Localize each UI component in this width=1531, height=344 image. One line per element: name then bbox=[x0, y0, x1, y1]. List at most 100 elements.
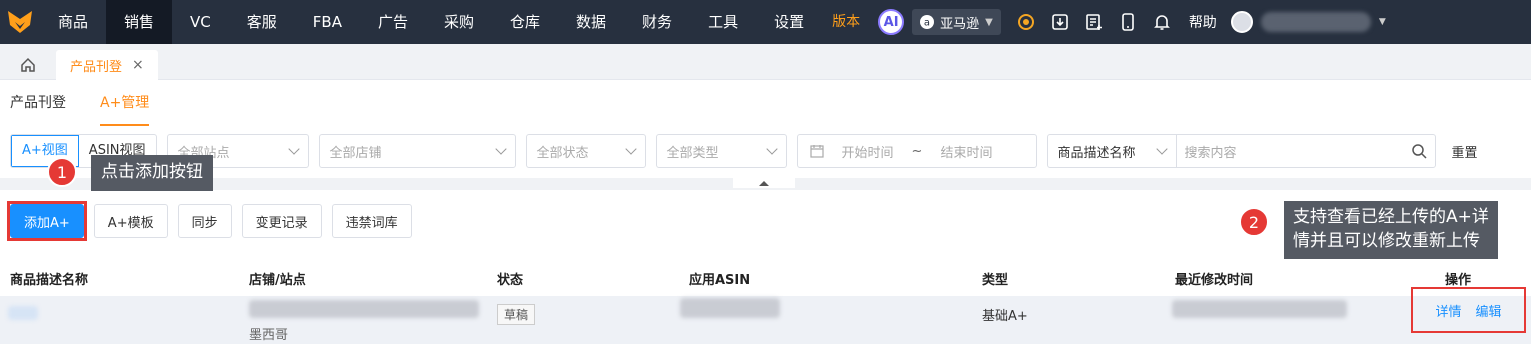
chevron-down-icon bbox=[1155, 143, 1168, 155]
range-separator: ~ bbox=[911, 143, 923, 159]
column-header-asin: 应用ASIN bbox=[689, 273, 751, 288]
subtab-aplus-management[interactable]: A+管理 bbox=[100, 80, 150, 126]
action-toolbar: 添加A+ A+模板 同步 变更记录 违禁词库 bbox=[7, 201, 412, 241]
step-2-tooltip-line-2: 情并且可以修改重新上传 bbox=[1293, 230, 1480, 251]
nav-item-sales[interactable]: 销售 bbox=[106, 0, 173, 44]
table-header: 商品描述名称 店铺/站点 状态 应用ASIN 类型 最近修改时间 操作 bbox=[0, 258, 1531, 296]
platform-selector-label: 亚马逊 bbox=[940, 16, 980, 32]
status-select-placeholder: 全部状态 bbox=[536, 145, 589, 161]
nav-item-fba[interactable]: FBA bbox=[295, 0, 360, 44]
nav-item-purchase[interactable]: 采购 bbox=[426, 0, 492, 44]
task-list-icon[interactable] bbox=[1077, 0, 1111, 44]
tab-product-listing[interactable]: 产品刊登 × bbox=[56, 50, 158, 80]
page-tab-bar: 产品刊登 × bbox=[0, 44, 1531, 80]
search-field-label: 商品描述名称 bbox=[1057, 145, 1136, 161]
chevron-down-icon bbox=[494, 143, 507, 155]
type-select-placeholder: 全部类型 bbox=[666, 145, 719, 161]
filter-bar: A+视图 ASIN视图 全部站点 全部店铺 全部状态 全部类型 开始时间 ~ 结… bbox=[10, 133, 1484, 169]
nav-item-customer-service[interactable]: 客服 bbox=[229, 0, 295, 44]
search-group: 商品描述名称 搜索内容 bbox=[1046, 134, 1436, 168]
type-value: 基础A+ bbox=[982, 309, 1028, 324]
aplus-template-button[interactable]: A+模板 bbox=[93, 204, 168, 238]
type-select[interactable]: 全部类型 bbox=[655, 134, 787, 168]
chevron-down-icon bbox=[765, 143, 778, 155]
top-navigation-bar: 商品 销售 VC 客服 FBA 广告 采购 仓库 数据 财务 工具 设置 版本 … bbox=[0, 0, 1531, 44]
operations-highlight: 详情 编辑 bbox=[1411, 287, 1526, 333]
bell-icon[interactable] bbox=[1145, 0, 1179, 44]
version-link[interactable]: 版本 bbox=[822, 0, 870, 44]
caret-down-icon: ▼ bbox=[985, 16, 993, 28]
column-header-status: 状态 bbox=[497, 273, 524, 288]
mobile-icon[interactable] bbox=[1111, 0, 1145, 44]
details-link[interactable]: 详情 bbox=[1435, 301, 1461, 320]
search-field-select[interactable]: 商品描述名称 bbox=[1048, 135, 1177, 167]
subtab-product-listing[interactable]: 产品刊登 bbox=[10, 80, 66, 126]
change-log-button[interactable]: 变更记录 bbox=[241, 204, 322, 238]
home-icon bbox=[21, 57, 35, 72]
asin-redacted bbox=[680, 298, 780, 318]
calendar-icon bbox=[809, 145, 824, 158]
nav-item-tools[interactable]: 工具 bbox=[690, 0, 756, 44]
search-icon[interactable] bbox=[1411, 143, 1427, 159]
nav-item-goods[interactable]: 商品 bbox=[40, 0, 106, 44]
close-icon[interactable]: × bbox=[132, 57, 144, 73]
svg-text:a: a bbox=[924, 18, 930, 29]
step-2-tooltip: 支持查看已经上传的A+详 情并且可以修改重新上传 bbox=[1284, 201, 1498, 259]
store-select[interactable]: 全部店铺 bbox=[318, 134, 516, 168]
download-icon[interactable] bbox=[1043, 0, 1077, 44]
start-time-input[interactable]: 开始时间 bbox=[842, 142, 894, 161]
nav-item-vc[interactable]: VC bbox=[172, 0, 229, 44]
avatar bbox=[1230, 11, 1253, 33]
step-1-tooltip: 点击添加按钮 bbox=[91, 155, 213, 191]
column-header-type: 类型 bbox=[982, 273, 1009, 288]
caret-up-icon bbox=[759, 180, 769, 186]
step-1-badge: 1 bbox=[47, 157, 77, 187]
column-header-modified-time: 最近修改时间 bbox=[1175, 273, 1254, 288]
step-2-tooltip-line-1: 支持查看已经上传的A+详 bbox=[1293, 207, 1489, 227]
platform-selector[interactable]: a 亚马逊 ▼ bbox=[912, 9, 1001, 35]
reset-button[interactable]: 重置 bbox=[1446, 142, 1484, 161]
nav-item-finance[interactable]: 财务 bbox=[624, 0, 690, 44]
add-button-highlight: 添加A+ bbox=[7, 201, 87, 241]
caret-down-icon: ▼ bbox=[1378, 17, 1386, 27]
search-placeholder: 搜索内容 bbox=[1184, 145, 1237, 161]
user-menu[interactable]: ▼ bbox=[1227, 11, 1386, 33]
column-header-operations: 操作 bbox=[1445, 273, 1472, 288]
sub-tabs: 产品刊登 A+管理 bbox=[10, 80, 150, 126]
collapse-filters-toggle[interactable] bbox=[733, 178, 795, 188]
edit-link[interactable]: 编辑 bbox=[1476, 301, 1502, 320]
tab-label: 产品刊登 bbox=[70, 59, 123, 75]
store-name-redacted bbox=[249, 300, 479, 318]
table-row[interactable]: 墨西哥 草稿 基础A+ bbox=[0, 296, 1531, 344]
end-time-input[interactable]: 结束时间 bbox=[940, 142, 992, 161]
main-menu: 商品 销售 VC 客服 FBA 广告 采购 仓库 数据 财务 工具 设置 bbox=[40, 0, 822, 44]
ai-assistant-icon[interactable]: AI bbox=[878, 9, 905, 35]
search-input[interactable]: 搜索内容 bbox=[1177, 135, 1435, 167]
site-name: 墨西哥 bbox=[249, 328, 289, 343]
store-select-placeholder: 全部店铺 bbox=[329, 145, 382, 161]
home-tab[interactable] bbox=[8, 50, 48, 80]
sync-button[interactable]: 同步 bbox=[177, 204, 232, 238]
help-link[interactable]: 帮助 bbox=[1179, 12, 1227, 32]
status-select[interactable]: 全部状态 bbox=[525, 134, 646, 168]
status-badge: 草稿 bbox=[497, 304, 536, 325]
column-header-store-site: 店铺/站点 bbox=[249, 273, 306, 288]
nav-item-data[interactable]: 数据 bbox=[558, 0, 624, 44]
date-range-picker[interactable]: 开始时间 ~ 结束时间 bbox=[796, 134, 1037, 168]
chevron-down-icon bbox=[287, 143, 300, 155]
add-aplus-button[interactable]: 添加A+ bbox=[10, 204, 84, 238]
username-redacted bbox=[1260, 12, 1371, 32]
nav-item-warehouse[interactable]: 仓库 bbox=[492, 0, 558, 44]
fox-logo-icon bbox=[8, 11, 32, 33]
amazon-icon: a bbox=[920, 15, 935, 29]
thumbnail-redacted bbox=[8, 306, 38, 320]
column-header-description: 商品描述名称 bbox=[10, 273, 89, 288]
modified-time-redacted bbox=[1172, 300, 1347, 318]
banned-words-button[interactable]: 违禁词库 bbox=[331, 204, 412, 238]
nav-item-settings[interactable]: 设置 bbox=[756, 0, 822, 44]
step-2-badge: 2 bbox=[1239, 207, 1269, 237]
chevron-down-icon bbox=[624, 143, 637, 155]
coin-icon[interactable] bbox=[1009, 0, 1043, 44]
nav-item-ads[interactable]: 广告 bbox=[360, 0, 426, 44]
logo[interactable] bbox=[0, 0, 40, 44]
